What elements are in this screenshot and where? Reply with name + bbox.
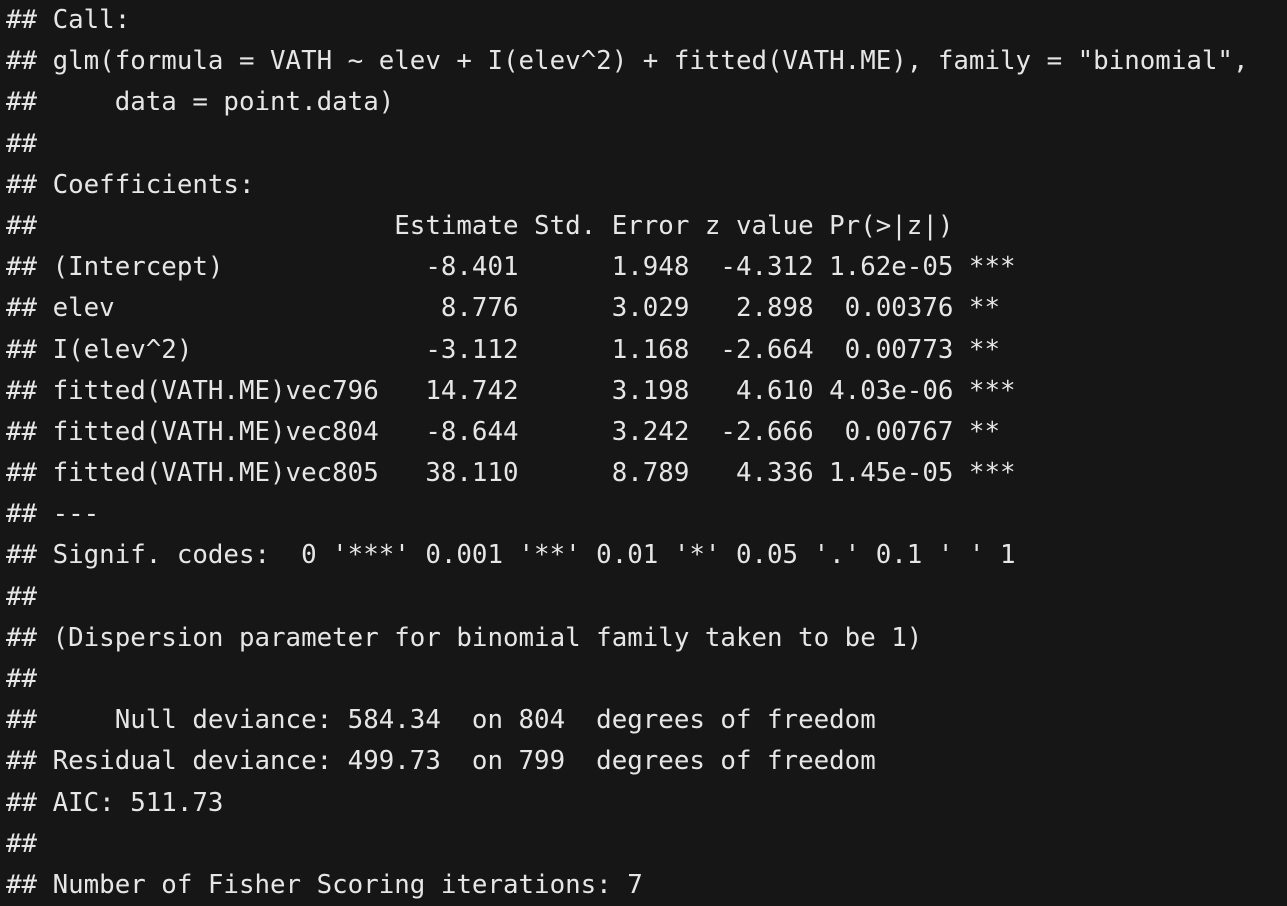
output-line-call-formula: ## glm(formula = VATH ~ elev + I(elev^2)…	[6, 46, 1249, 77]
output-line-blank: ##	[6, 828, 38, 859]
aic: ## AIC: 511.73	[6, 787, 224, 818]
output-line-call-data: ## data = point.data)	[6, 87, 395, 118]
signif-codes: ## Signif. codes: 0 '***' 0.001 '**' 0.0…	[6, 540, 1016, 571]
output-line-coefficients-header: ## Coefficients:	[6, 169, 255, 200]
coef-row-vec804: ## fitted(VATH.ME)vec804 -8.644 3.242 -2…	[6, 416, 1000, 447]
residual-deviance: ## Residual deviance: 499.73 on 799 degr…	[6, 746, 876, 777]
coef-row-elev: ## elev 8.776 3.029 2.898 0.00376 **	[6, 293, 1000, 324]
null-deviance: ## Null deviance: 584.34 on 804 degrees …	[6, 705, 876, 736]
coef-row-vec796: ## fitted(VATH.ME)vec796 14.742 3.198 4.…	[6, 375, 1016, 406]
coef-row-vec805: ## fitted(VATH.ME)vec805 38.110 8.789 4.…	[6, 458, 1016, 489]
coef-row-elev-squared: ## I(elev^2) -3.112 1.168 -2.664 0.00773…	[6, 334, 1000, 365]
output-line-blank: ##	[6, 664, 38, 694]
coef-table-header: ## Estimate Std. Error z value Pr(>|z|)	[6, 210, 954, 241]
output-line-separator: ## ---	[6, 499, 100, 530]
coef-row-intercept: ## (Intercept) -8.401 1.948 -4.312 1.62e…	[6, 252, 1016, 283]
output-line-blank: ##	[6, 128, 38, 159]
dispersion-note: ## (Dispersion parameter for binomial fa…	[6, 622, 923, 653]
output-line-blank: ##	[6, 581, 38, 612]
output-line-call-header: ## Call:	[6, 5, 131, 35]
r-console-output: ## Call: ## glm(formula = VATH ~ elev + …	[6, 0, 1248, 906]
fisher-iterations: ## Number of Fisher Scoring iterations: …	[6, 869, 643, 900]
